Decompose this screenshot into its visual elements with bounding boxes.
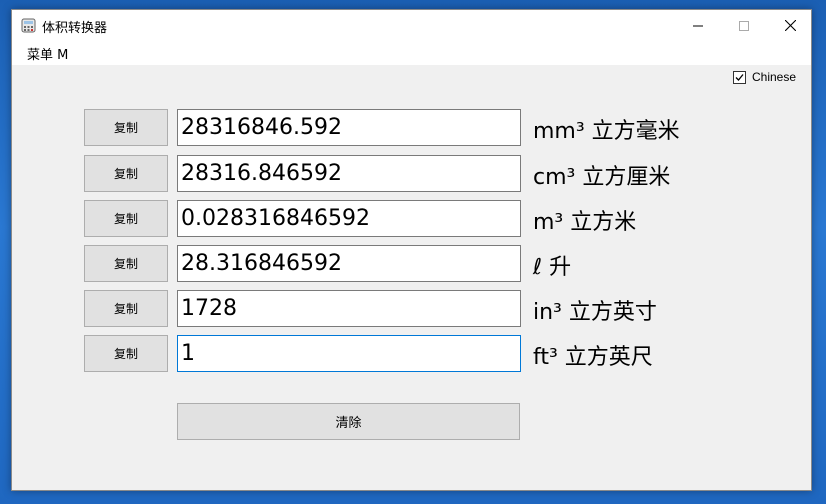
title-bar[interactable]: 体积转换器 <box>12 10 811 41</box>
conversion-row-mm3: 复制 mm³ 立方毫米 <box>84 109 784 146</box>
value-input-m3[interactable] <box>177 200 521 237</box>
conversion-row-ft3: 复制 ft³ 立方英尺 <box>84 335 784 372</box>
conversion-row-cm3: 复制 cm³ 立方厘米 <box>84 155 784 192</box>
menu-bar: 菜单 M <box>12 41 811 65</box>
copy-button-liter[interactable]: 复制 <box>84 245 168 282</box>
conversion-row-m3: 复制 m³ 立方米 <box>84 200 784 237</box>
value-input-mm3[interactable] <box>177 109 521 146</box>
value-input-ft3[interactable] <box>177 335 521 372</box>
unit-label-m3: m³ 立方米 <box>533 210 637 235</box>
chinese-checkbox-label: Chinese <box>752 70 797 84</box>
unit-label-cm3: cm³ 立方厘米 <box>533 165 671 190</box>
close-icon <box>784 20 796 31</box>
menu-item-main[interactable]: 菜单 M <box>27 44 68 63</box>
conversion-row-in3: 复制 in³ 立方英寸 <box>84 290 784 327</box>
copy-button-ft3[interactable]: 复制 <box>84 335 168 372</box>
copy-button-in3[interactable]: 复制 <box>84 290 168 327</box>
chinese-checkbox[interactable] <box>733 70 746 84</box>
unit-label-liter: ℓ 升 <box>533 255 572 280</box>
copy-button-m3[interactable]: 复制 <box>84 200 168 237</box>
checkmark-icon <box>735 73 744 81</box>
app-icon <box>21 18 36 33</box>
app-window: 体积转换器 菜单 M Chinese 复制 mm³ 立方毫米 复制 cm³ 立方… <box>11 9 812 491</box>
minimize-icon <box>693 25 703 26</box>
clear-button[interactable]: 清除 <box>177 403 520 440</box>
maximize-button[interactable] <box>721 10 767 41</box>
unit-label-ft3: ft³ 立方英尺 <box>533 345 653 370</box>
conversion-row-liter: 复制 ℓ 升 <box>84 245 784 282</box>
copy-button-cm3[interactable]: 复制 <box>84 155 168 192</box>
value-input-in3[interactable] <box>177 290 521 327</box>
maximize-icon <box>739 20 749 31</box>
unit-label-in3: in³ 立方英寸 <box>533 300 657 325</box>
window-title: 体积转换器 <box>42 21 108 36</box>
minimize-button[interactable] <box>675 10 721 41</box>
unit-label-mm3: mm³ 立方毫米 <box>533 119 680 144</box>
copy-button-mm3[interactable]: 复制 <box>84 109 168 146</box>
value-input-liter[interactable] <box>177 245 521 282</box>
close-button[interactable] <box>767 10 813 41</box>
language-toggle[interactable]: Chinese <box>733 70 796 84</box>
value-input-cm3[interactable] <box>177 155 521 192</box>
